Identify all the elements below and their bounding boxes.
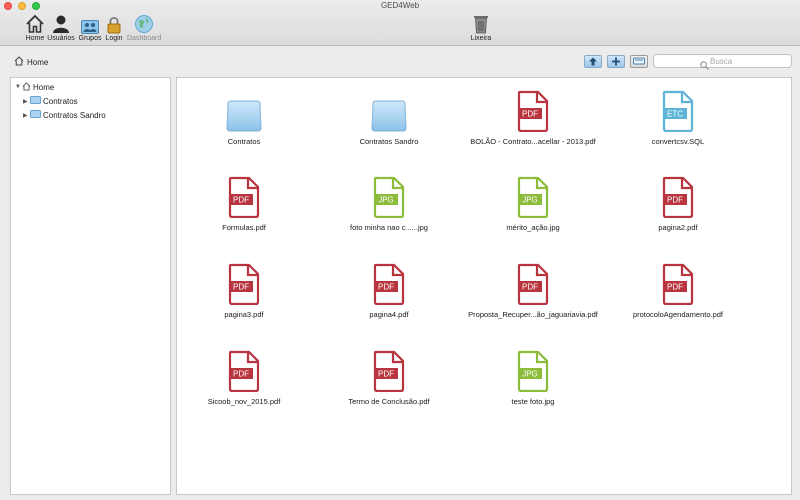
file-item-pdf[interactable]: PDF Sicoob_nov_2015.pdf <box>174 346 314 406</box>
tree-node-contratos[interactable]: ▶ Contratos <box>23 95 78 107</box>
file-name: BOLÃO - Contrato...acellar - 2013.pdf <box>470 137 596 146</box>
scan-button[interactable] <box>630 55 648 68</box>
folder-tree-panel: ▼ Home ▶ Contratos ▶ Contratos Sandro <box>10 77 171 495</box>
home-icon <box>14 56 24 68</box>
svg-text:JPG: JPG <box>378 196 394 205</box>
scan-icon <box>633 53 645 71</box>
add-icon <box>611 53 621 71</box>
disclosure-closed-icon[interactable]: ▶ <box>23 112 30 119</box>
globe-icon <box>127 12 161 34</box>
file-item-pdf[interactable]: PDF pagina4.pdf <box>319 259 459 319</box>
file-name: Contratos Sandro <box>359 137 419 146</box>
home-icon <box>22 81 31 93</box>
file-name: foto minha nao c......jpg <box>350 223 428 232</box>
svg-text:PDF: PDF <box>233 196 249 205</box>
pdf-file-icon: PDF <box>608 172 748 218</box>
jpg-file-icon: JPG <box>319 172 459 218</box>
file-item-jpg[interactable]: JPG mérito_ação.jpg <box>463 172 603 232</box>
upload-button[interactable] <box>584 55 602 68</box>
toolbar-login-button[interactable]: Login <box>97 12 131 42</box>
disclosure-closed-icon[interactable]: ▶ <box>23 98 30 105</box>
search-icon <box>700 57 709 75</box>
search-field[interactable] <box>653 54 792 70</box>
pdf-file-icon: PDF <box>174 172 314 218</box>
file-item-jpg[interactable]: JPG foto minha nao c......jpg <box>319 172 459 232</box>
toolbar-dashboard-button[interactable]: Dashboard <box>127 12 161 42</box>
file-name: teste foto.jpg <box>511 397 555 406</box>
file-item-etc[interactable]: ETC convertcsv.SQL <box>608 86 748 146</box>
file-item-pdf[interactable]: PDF BOLÃO - Contrato...acellar - 2013.pd… <box>463 86 603 146</box>
search-input[interactable] <box>710 56 780 66</box>
file-name: Sicoob_nov_2015.pdf <box>207 397 281 406</box>
pdf-file-icon: PDF <box>174 259 314 305</box>
breadcrumb-label: Home <box>27 57 49 67</box>
etc-file-icon: ETC <box>608 86 748 132</box>
add-button[interactable] <box>607 55 625 68</box>
tree-node-home[interactable]: ▼ Home <box>15 81 54 93</box>
upload-icon <box>588 53 598 71</box>
svg-text:PDF: PDF <box>522 283 538 292</box>
jpg-file-icon: JPG <box>463 172 603 218</box>
disclosure-open-icon[interactable]: ▼ <box>15 84 22 90</box>
toolbar-login-label: Login <box>105 35 123 42</box>
pdf-file-icon: PDF <box>174 346 314 392</box>
svg-text:JPG: JPG <box>522 370 538 379</box>
file-name: Formulas.pdf <box>222 223 266 232</box>
svg-text:PDF: PDF <box>233 283 249 292</box>
file-item-pdf[interactable]: PDF Formulas.pdf <box>174 172 314 232</box>
svg-text:JPG: JPG <box>522 196 538 205</box>
jpg-file-icon: JPG <box>463 346 603 392</box>
svg-text:PDF: PDF <box>667 196 683 205</box>
file-name: Contratos <box>227 137 261 146</box>
svg-text:PDF: PDF <box>378 283 394 292</box>
file-item-jpg[interactable]: JPG teste foto.jpg <box>463 346 603 406</box>
window-toolbar: GED4Web Home Usuários Grupos Login Dashb… <box>0 0 800 46</box>
toolbar-trash-button[interactable]: Lixeira <box>464 12 498 42</box>
svg-text:PDF: PDF <box>522 110 538 119</box>
file-item-folder[interactable]: Contratos <box>174 86 314 146</box>
file-name: Proposta_Recuper...ão_jaguariavia.pdf <box>468 310 598 319</box>
file-name: pagina4.pdf <box>369 310 409 319</box>
file-name: protocoloAgendamento.pdf <box>632 310 724 319</box>
file-item-pdf[interactable]: PDF Proposta_Recuper...ão_jaguariavia.pd… <box>463 259 603 319</box>
pdf-file-icon: PDF <box>319 259 459 305</box>
lock-icon <box>97 12 131 34</box>
svg-text:ETC: ETC <box>667 110 683 119</box>
tree-node-label: Contratos <box>43 96 78 106</box>
pdf-file-icon: PDF <box>463 86 603 132</box>
file-item-pdf[interactable]: PDF pagina3.pdf <box>174 259 314 319</box>
svg-text:PDF: PDF <box>378 370 394 379</box>
pdf-file-icon: PDF <box>463 259 603 305</box>
file-item-pdf[interactable]: PDF Termo de Conclusão.pdf <box>319 346 459 406</box>
file-item-pdf[interactable]: PDF protocoloAgendamento.pdf <box>608 259 748 319</box>
pdf-file-icon: PDF <box>608 259 748 305</box>
pdf-file-icon: PDF <box>319 346 459 392</box>
folder-icon <box>30 96 41 106</box>
tree-node-label: Contratos Sandro <box>43 110 106 120</box>
file-name: pagina3.pdf <box>224 310 264 319</box>
file-name: convertcsv.SQL <box>651 137 705 146</box>
window-title: GED4Web <box>380 1 420 10</box>
file-name: mérito_ação.jpg <box>506 223 560 232</box>
folder-icon <box>319 86 459 132</box>
action-buttons <box>584 55 648 68</box>
file-item-pdf[interactable]: PDF pagina2.pdf <box>608 172 748 232</box>
file-browser: Contratos Contratos Sandro PDF BOLÃO - C… <box>176 77 792 495</box>
folder-icon <box>30 110 41 120</box>
svg-text:PDF: PDF <box>233 370 249 379</box>
breadcrumb[interactable]: Home <box>14 56 48 68</box>
trash-icon <box>464 12 498 34</box>
toolbar-dashboard-label: Dashboard <box>127 35 162 42</box>
file-name: pagina2.pdf <box>658 223 698 232</box>
folder-icon <box>174 86 314 132</box>
toolbar-trash-label: Lixeira <box>470 35 492 42</box>
tree-node-label: Home <box>33 82 55 92</box>
tree-node-contratos-sandro[interactable]: ▶ Contratos Sandro <box>23 109 106 121</box>
file-item-folder[interactable]: Contratos Sandro <box>319 86 459 146</box>
file-name: Termo de Conclusão.pdf <box>348 397 430 406</box>
svg-text:PDF: PDF <box>667 283 683 292</box>
